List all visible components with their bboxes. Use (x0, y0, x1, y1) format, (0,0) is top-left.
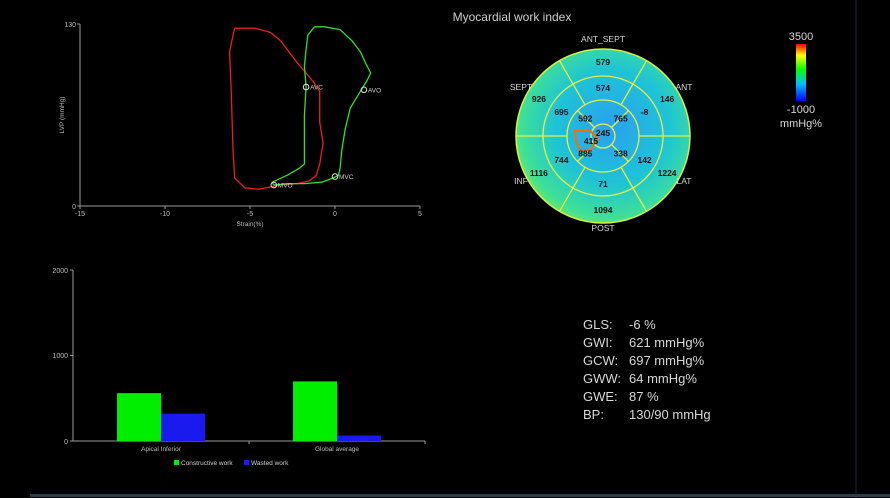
bullseye-title: Myocardial work index (453, 10, 572, 24)
stat-value: 64 mmHg% (629, 371, 697, 386)
segment-value: 885 (578, 149, 592, 159)
y-tick-label: 0 (72, 204, 76, 211)
segment-value: 1116 (530, 168, 548, 178)
x-tick-label: -15 (75, 211, 85, 218)
loop-ticks (77, 23, 421, 209)
bars-group (117, 381, 381, 441)
loop-series-red (228, 27, 324, 190)
legend-swatch-wasted (244, 460, 249, 465)
wall-label-lat: LAT (677, 176, 692, 186)
work-bar-chart: 2000 1000 0 Apical Inferior Global avera… (52, 268, 426, 467)
bar-wasted (161, 413, 205, 441)
loop-axes (79, 24, 420, 207)
stat-label: BP: (583, 407, 604, 422)
stat-label: GWE: (583, 389, 618, 404)
global-stats-panel: GLS: -6 % GWI: 621 mmHg% GCW: 697 mmHg% GWW… (583, 316, 711, 424)
segment-value: 592 (578, 113, 592, 123)
right-edge-divider (855, 0, 857, 498)
segment-value: 1224 (658, 168, 677, 178)
bar-constructive (293, 381, 337, 441)
legend-label-constructive: Constructive work (181, 460, 233, 467)
segment-value: 744 (554, 155, 568, 165)
x-axis-label: Strain(%) (236, 221, 263, 228)
loop-markers-group: AVC AVO MVC MVO (270, 83, 381, 190)
stat-value: -6 % (629, 317, 656, 332)
y-axis-label: LVP (mmHg) (59, 97, 66, 134)
loop-series-group (228, 26, 372, 190)
segment-value: 245 (596, 128, 610, 138)
wall-label-ant: ANT (676, 82, 693, 92)
bullseye-chart: Myocardial work index 579 146 1224 1094 1116… (453, 10, 823, 233)
segment-value: 926 (532, 94, 546, 104)
colorbar-gradient-bar (796, 44, 806, 101)
segment-value: 579 (596, 57, 610, 67)
figure-canvas: 130 0 -15 -10 -5 0 5 Strain(%) LVP (mmHg… (52, 10, 823, 467)
valve-event-label: MVC (339, 174, 354, 181)
stat-row-gwe: GWE: 87 % (583, 388, 711, 406)
stat-row-gwi: GWI: 621 mmHg% (583, 334, 711, 352)
segment-value: 71 (598, 179, 608, 189)
segment-value: 142 (637, 155, 651, 165)
segment-value: 338 (614, 149, 628, 159)
colorbar-max-label: 3500 (789, 31, 813, 43)
x-tick-label: -5 (247, 211, 253, 218)
stat-label: GWW: (583, 371, 622, 386)
stat-row-gww: GWW: 64 mmHg% (583, 370, 711, 388)
x-tick-label: 0 (333, 211, 337, 218)
stat-label: GCW: (583, 353, 619, 368)
colorbar-min-label: -1000 (787, 104, 815, 116)
bar-constructive (117, 393, 161, 441)
stat-value: 621 mmHg% (629, 335, 705, 350)
stat-row-gcw: GCW: 697 mmHg% (583, 352, 711, 370)
colorbar-unit-label: mmHg% (780, 118, 822, 130)
segment-value: 146 (660, 94, 674, 104)
stat-row-bp: BP: 130/90 mmHg (583, 406, 711, 424)
colorbar: 3500 -1000 mmHg% (780, 31, 822, 130)
legend-label-wasted: Wasted work (251, 460, 289, 467)
segment-value: 1094 (594, 205, 613, 215)
bar-y-tick-label: 1000 (52, 353, 68, 360)
bar-wasted (337, 435, 381, 441)
bar-y-tick-label: 2000 (52, 268, 68, 275)
bottom-edge-bar (30, 494, 890, 497)
category-label: Global average (315, 446, 359, 453)
valve-event-label: AVC (310, 85, 323, 92)
x-tick-label: -10 (160, 211, 170, 218)
stat-value: 87 % (629, 389, 659, 404)
wall-label-sept: SEPT (510, 82, 532, 92)
category-label: Apical Inferior (141, 446, 182, 453)
loop-series-green (271, 26, 372, 186)
segment-value: -8 (641, 107, 649, 117)
stat-label: GLS: (583, 317, 613, 332)
pressure-strain-loop-chart: 130 0 -15 -10 -5 0 5 Strain(%) LVP (mmHg… (59, 22, 422, 228)
wall-label-post: POST (591, 223, 614, 233)
x-tick-label: 5 (418, 211, 422, 218)
stat-value: 130/90 mmHg (629, 407, 711, 422)
stat-label: GWI: (583, 335, 613, 350)
segment-value: 574 (596, 83, 610, 93)
stat-value: 697 mmHg% (629, 353, 705, 368)
bar-y-tick-label: 0 (64, 439, 68, 446)
legend-swatch-constructive (174, 460, 179, 465)
wall-label-ant-sept: ANT_SEPT (581, 34, 625, 44)
wall-label-inf: INF (514, 176, 528, 186)
valve-event-label: MVO (278, 183, 293, 190)
y-tick-label: 130 (64, 22, 76, 29)
stat-row-gls: GLS: -6 % (583, 316, 711, 334)
segment-value: 695 (554, 107, 568, 117)
segment-value: 765 (614, 113, 628, 123)
valve-event-label: AVO (368, 87, 381, 94)
bar-legend: Constructive work Wasted work (174, 460, 289, 467)
